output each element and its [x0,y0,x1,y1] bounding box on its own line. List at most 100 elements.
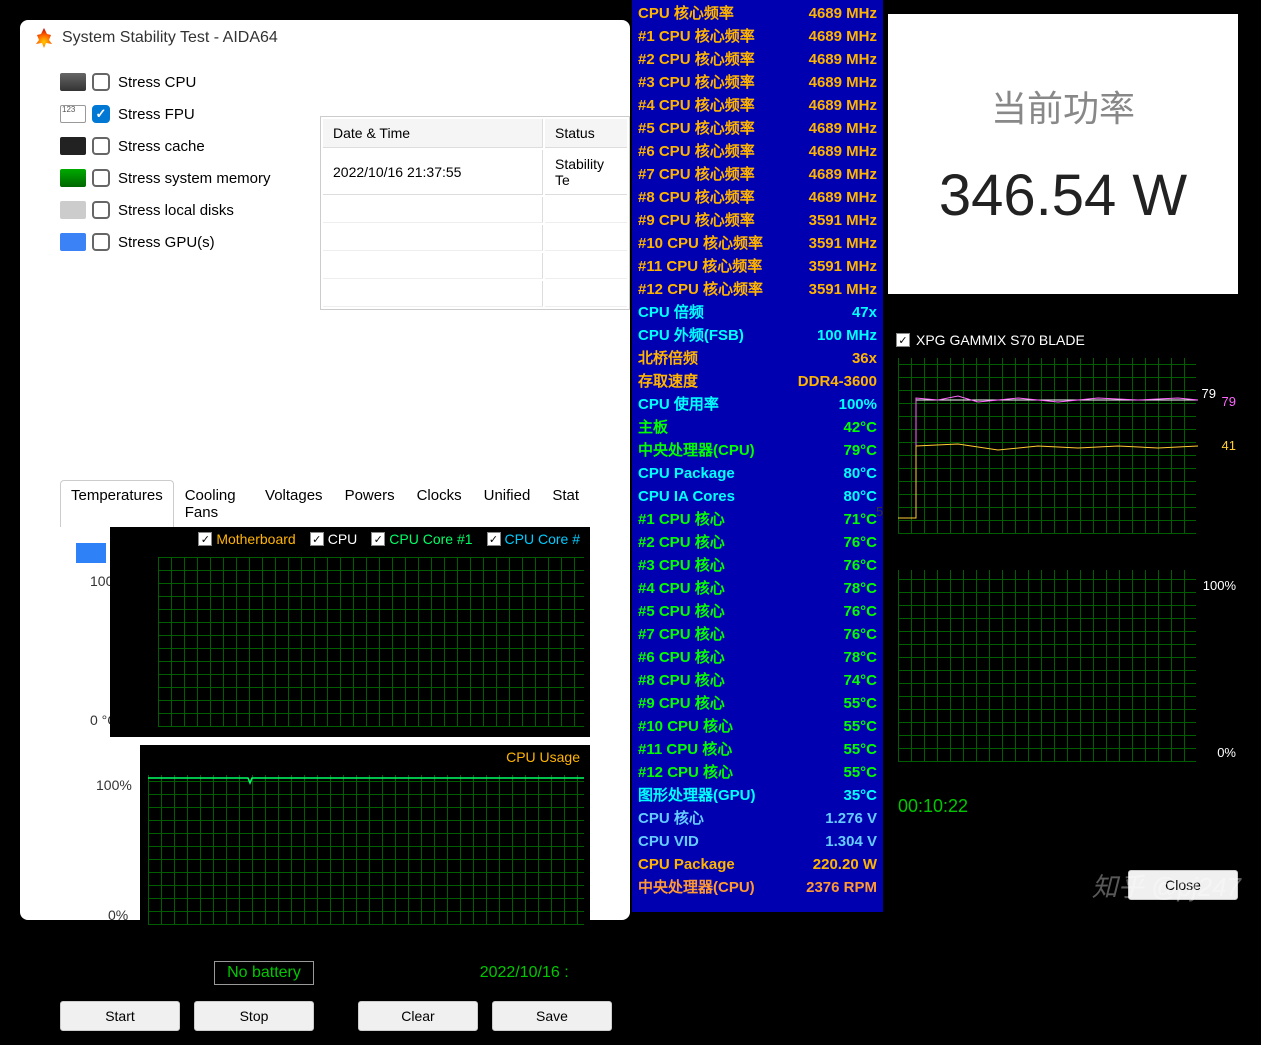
tab-cooling-fans[interactable]: Cooling Fans [174,480,254,527]
sensor-row: 北桥倍频36x [638,347,877,370]
checkbox[interactable] [92,233,110,251]
checkbox-icon[interactable] [487,532,501,546]
sensor-value: 55°C [843,715,877,738]
sensor-value: DDR4-3600 [798,370,877,393]
sensor-value: 78°C [843,646,877,669]
sensor-label: #10 CPU 核心频率 [638,232,763,255]
sensor-row: #4 CPU 核心78°C [638,577,877,600]
sensor-row: #2 CPU 核心 76°C [638,531,877,554]
cell-status: Stability Te [545,150,627,195]
sensor-value: 4689 MHz [809,163,877,186]
sensor-label: CPU 外频(FSB) [638,324,744,347]
tab-unified[interactable]: Unified [473,480,542,527]
stop-button[interactable]: Stop [194,1001,314,1031]
sensor-row: 中央处理器(CPU)79°C [638,439,877,462]
sensor-value: 100% [839,393,877,416]
graph-grid [898,358,1196,534]
sensor-row: #8 CPU 核心频率4689 MHz [638,186,877,209]
sensor-row: CPU 使用率100% [638,393,877,416]
col-status[interactable]: Status [545,119,627,148]
checkbox[interactable] [92,137,110,155]
value-label: 79 [1222,394,1236,409]
legend-cpu[interactable]: CPU [310,531,358,547]
sensor-value: 55°C [843,761,877,784]
sensor-value: 80°C [843,485,877,508]
checkbox-icon[interactable] [198,532,212,546]
sensor-row: #11 CPU 核心55°C [638,738,877,761]
checkbox-icon[interactable] [896,333,910,347]
start-button[interactable]: Start [60,1001,180,1031]
sensor-value: 4689 MHz [809,25,877,48]
clear-button[interactable]: Clear [358,1001,478,1031]
sensor-value: 4689 MHz [809,140,877,163]
y-axis-bot: 0% [108,907,128,923]
titlebar: System Stability Test - AIDA64 [20,20,630,56]
memory-icon [60,169,86,187]
sensor-value: 80°C [843,462,877,485]
sensor-row: #3 CPU 核心频率4689 MHz [638,71,877,94]
sensor-label: #4 CPU 核心 [638,577,725,600]
graph-legend: XPG GAMMIX S70 BLADE [888,326,1240,354]
sensor-label: CPU Package [638,853,735,876]
checkbox[interactable] [92,201,110,219]
sensor-label: 存取速度 [638,370,698,393]
tab-clocks[interactable]: Clocks [406,480,473,527]
tab-temperatures[interactable]: Temperatures [60,480,174,527]
col-datetime[interactable]: Date & Time [323,119,543,148]
sensor-row: CPU Package220.20 W [638,853,877,876]
button-row: Start Stop Clear Save [20,991,630,1045]
sensor-label: #2 CPU 核心频率 [638,48,755,71]
sensor-value: 3591 MHz [809,209,877,232]
sensor-row: CPU Package80°C [638,462,877,485]
table-header-row: Date & Time Status [323,119,627,148]
sensor-label: #9 CPU 核心频率 [638,209,755,232]
sensor-row: CPU 外频(FSB)100 MHz [638,324,877,347]
cell-datetime: 2022/10/16 21:37:55 [323,150,543,195]
sensor-value: 4689 MHz [809,2,877,25]
legend-cpu-core-1[interactable]: CPU Core #1 [371,531,472,547]
legend-motherboard[interactable]: Motherboard [198,531,295,547]
legend-cpu-core-n[interactable]: CPU Core # [487,531,580,547]
value-label: 5 [876,504,883,519]
sensor-value: 47x [852,301,877,324]
sensor-label: 北桥倍频 [638,347,698,370]
checkbox-icon[interactable] [310,532,324,546]
sensor-value: 76°C [843,531,877,554]
checkbox[interactable] [92,73,110,91]
graph-grid [898,570,1196,762]
sensor-label: CPU 倍频 [638,301,704,324]
checkbox[interactable] [92,105,110,123]
sensor-value: 4689 MHz [809,186,877,209]
stress-option-cpu[interactable]: Stress CPU [60,66,590,98]
sensor-value: 42°C [843,416,877,439]
right-graph-2: 100% 0% [888,558,1240,772]
value-label: 79 [1202,386,1216,401]
sensor-value: 55°C [843,738,877,761]
right-graph-1: XPG GAMMIX S70 BLADE 79 79 41 5 [888,326,1240,544]
tab-voltages[interactable]: Voltages [254,480,334,527]
sensor-label: #12 CPU 核心 [638,761,733,784]
sensor-label: 图形处理器(GPU) [638,784,756,807]
sensor-label: CPU 核心 [638,807,704,830]
window-title: System Stability Test - AIDA64 [62,29,278,47]
sensor-row: #1 CPU 核心71°C [638,508,877,531]
sensor-value: 71°C [843,508,877,531]
sensor-row: CPU 核心1.276 V [638,807,877,830]
sensor-label: #2 CPU 核心 [638,531,725,554]
sensor-label: #9 CPU 核心 [638,692,725,715]
flame-icon [34,28,54,48]
label: Stress system memory [118,170,271,187]
checkbox[interactable] [92,169,110,187]
table-row [323,197,627,223]
checkbox-icon[interactable] [371,532,385,546]
save-button[interactable]: Save [492,1001,612,1031]
table-row[interactable]: 2022/10/16 21:37:55 Stability Te [323,150,627,195]
tab-statistics[interactable]: Stat [541,480,590,527]
tab-powers[interactable]: Powers [334,480,406,527]
disk-icon [60,201,86,219]
sensor-value: 3591 MHz [809,232,877,255]
temperature-graph: Motherboard CPU CPU Core #1 CPU Core # [110,527,590,737]
power-title: 当前功率 [991,80,1135,132]
sensor-label: #1 CPU 核心频率 [638,25,755,48]
sensor-label: #7 CPU 核心频率 [638,163,755,186]
